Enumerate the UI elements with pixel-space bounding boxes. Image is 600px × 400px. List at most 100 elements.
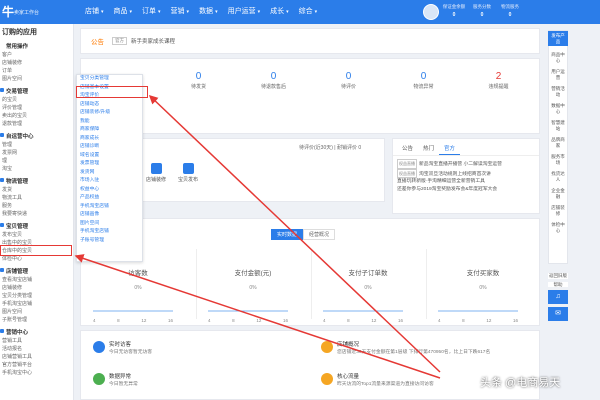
store-decorate-tool[interactable]: 店铺装修 [143, 163, 169, 183]
sidebar-link[interactable]: 淘宝 [2, 165, 37, 173]
nav-user-ops[interactable]: 用户运营 ▾ [223, 0, 266, 24]
news-item[interactable]: 权益直播 淘宝双旦活动规则上线招商首次讲 [397, 168, 535, 178]
news-item[interactable]: 权益直播 新品淘宝直播开播营 小二解读淘宝运营 [397, 159, 535, 169]
right-nav-item[interactable]: 营销活动 [551, 86, 565, 97]
menu-item[interactable]: 手机淘宝店铺 [77, 203, 142, 212]
sidebar-link[interactable]: 图片空间 [2, 308, 37, 316]
tab-realtime-data[interactable]: 实时数据 [271, 229, 304, 240]
metric-paid-amount[interactable]: 支付金额(元) 0% [218, 267, 288, 291]
service-score-stat[interactable]: 服务分数 0 [468, 3, 496, 19]
sidebar-link[interactable]: 退款管理 [2, 120, 37, 128]
bell-icon[interactable]: ♫ [548, 290, 568, 304]
menu-item[interactable]: 手机淘宝店铺 [77, 228, 142, 237]
menu-item[interactable]: 域名设置 [77, 152, 142, 161]
menu-item[interactable]: 发货网 [77, 169, 142, 178]
right-nav-item[interactable]: 商品中心 [551, 52, 565, 63]
notice-text[interactable]: 新手卖家成长课程 [131, 37, 175, 45]
right-nav-item[interactable]: 服务市场 [551, 154, 565, 165]
right-nav-item[interactable]: 找货达人 [551, 171, 565, 182]
sidebar-link[interactable]: 发布宝贝 [2, 231, 37, 239]
menu-item[interactable]: 店铺动态 [77, 101, 142, 110]
tab-announcement[interactable]: 公告 [397, 143, 418, 155]
right-nav-item[interactable]: 用户运营 [551, 69, 565, 80]
menu-item[interactable]: 发票管理 [77, 160, 142, 169]
right-nav-publish[interactable]: 发布产品 [548, 31, 568, 46]
menu-item[interactable]: 子账号管理 [77, 237, 142, 246]
sidebar-link[interactable]: 宝贝分类管理 [2, 292, 37, 300]
menu-item[interactable]: 宝贝分类管理 [77, 75, 142, 84]
logistics-exception[interactable]: 0 物流异常 [386, 71, 461, 90]
sidebar-link[interactable]: 手机淘宝中心 [2, 369, 37, 377]
sidebar-link[interactable]: 服务 [2, 202, 37, 210]
nav-marketing[interactable]: 营销 ▾ [166, 0, 195, 24]
sidebar-section-self-ops[interactable]: 自运营中心 [0, 130, 73, 141]
nav-store[interactable]: 店铺 ▾ [80, 0, 109, 24]
sidebar-link[interactable]: 查看淘宝店铺 [2, 276, 37, 284]
sidebar-link[interactable]: 活动报名 [2, 345, 37, 353]
menu-item[interactable]: 商家成长 [77, 135, 142, 144]
nav-order[interactable]: 订单 ▾ [137, 0, 166, 24]
right-nav-item[interactable]: 品牌商家 [551, 137, 565, 148]
help-link[interactable]: 帮助 [548, 281, 568, 287]
sidebar-link[interactable]: 体检中心 [2, 255, 37, 263]
nav-growth[interactable]: 成长 ▾ [265, 0, 294, 24]
back-to-old-version[interactable]: 返回旧版 [548, 273, 568, 279]
menu-item[interactable]: 商家保障 [77, 126, 142, 135]
nav-data[interactable]: 数据 ▾ [194, 0, 223, 24]
nav-product[interactable]: 商品 ▾ [109, 0, 138, 24]
sidebar-link[interactable]: 物流工具 [2, 194, 37, 202]
sidebar-link[interactable]: 理 [2, 157, 37, 165]
right-nav-item[interactable]: 店铺装修 [551, 205, 565, 216]
news-item[interactable]: 还差你参与2019淘宝奖励发布会&年度冠军大会 [397, 186, 535, 194]
pending-refund[interactable]: 0 待退款售后 [236, 71, 311, 90]
insight-data-exception[interactable]: 数据异常 今日暂无异常 [93, 371, 313, 393]
sidebar-link[interactable]: 子账号管理 [2, 316, 37, 324]
app-logo[interactable]: 牛 [2, 3, 14, 20]
menu-item[interactable]: 店铺诊断 [77, 143, 142, 152]
right-nav-item[interactable]: 体检中心 [551, 222, 565, 233]
sidebar-link[interactable]: 我要寄快递 [2, 210, 37, 218]
sidebar-link[interactable]: 手机淘宝店铺 [2, 300, 37, 308]
pending-shipment[interactable]: 0 待发货 [161, 71, 236, 90]
sidebar-link[interactable]: 店铺装修 [2, 284, 37, 292]
pending-review[interactable]: 0 待评价 [311, 71, 386, 90]
tab-business-overview[interactable]: 经营概况 [303, 229, 336, 240]
menu-item[interactable]: 权益中心 [77, 186, 142, 195]
sidebar-section-marketing[interactable]: 营销中心 [0, 326, 73, 337]
sidebar-link[interactable]: 管理 [2, 141, 37, 149]
right-nav-item[interactable]: 数据中心 [551, 103, 565, 114]
right-nav-item[interactable]: 智慧建站 [551, 120, 565, 131]
news-item[interactable]: 直播玩转新版·手淘精细运营全新营销工具 [397, 178, 535, 186]
menu-item[interactable]: 我能 [77, 118, 142, 127]
sidebar-link[interactable]: 订单 [2, 67, 37, 75]
metric-paid-suborders[interactable]: 支付子订单数 0% [333, 267, 403, 291]
sidebar-link[interactable]: 发票网 [2, 149, 37, 157]
nav-general[interactable]: 综合 ▾ [294, 0, 323, 24]
deposit-stat[interactable]: 保证金余额 0 [440, 3, 468, 19]
logistics-stat[interactable]: 物流服务 0 [496, 3, 524, 19]
violation-alert[interactable]: 2 违规提醒 [461, 71, 536, 90]
sidebar-link[interactable]: 评价管理 [2, 104, 37, 112]
sidebar-link[interactable]: 店铺装修 [2, 59, 37, 67]
sidebar-link[interactable]: 官方营销平台 [2, 361, 37, 369]
right-nav-item[interactable]: 企业金融 [551, 188, 565, 199]
menu-item[interactable]: 图片空间 [77, 220, 142, 229]
insight-realtime-visitors[interactable]: 实时访客 今日无访客暂无访客 [93, 339, 313, 361]
menu-item[interactable]: 产品权益 [77, 194, 142, 203]
sidebar-link[interactable]: 店铺营销工具 [2, 353, 37, 361]
insight-store-overview[interactable]: 店铺概况 您店铺近30天支付金额在第1层级 下排行第470950名，比上日下跌61… [321, 339, 541, 361]
review-summary[interactable]: 待评价(近30天) | 耐销评价 0 [299, 144, 361, 151]
metric-paid-buyers[interactable]: 支付买家数 0% [448, 267, 518, 291]
sidebar-section-trade[interactable]: 交易管理 [0, 85, 73, 96]
sidebar-link[interactable]: 卖出的宝贝 [2, 112, 37, 120]
sidebar-section-store-management[interactable]: 店铺管理 [0, 265, 73, 276]
sidebar-header[interactable]: 订购的应用 [0, 24, 73, 40]
sidebar-link[interactable]: 图片空间 [2, 75, 37, 83]
sidebar-link[interactable]: 营销工具 [2, 337, 37, 345]
menu-item[interactable]: 店铺画像 [77, 211, 142, 220]
menu-item[interactable]: 店铺装修/升级 [77, 109, 142, 118]
sidebar-link[interactable]: 的宝贝 [2, 96, 37, 104]
sidebar-section-logistics[interactable]: 物流管理 [0, 175, 73, 186]
sidebar-link[interactable]: 发货 [2, 186, 37, 194]
avatar[interactable] [423, 4, 439, 20]
